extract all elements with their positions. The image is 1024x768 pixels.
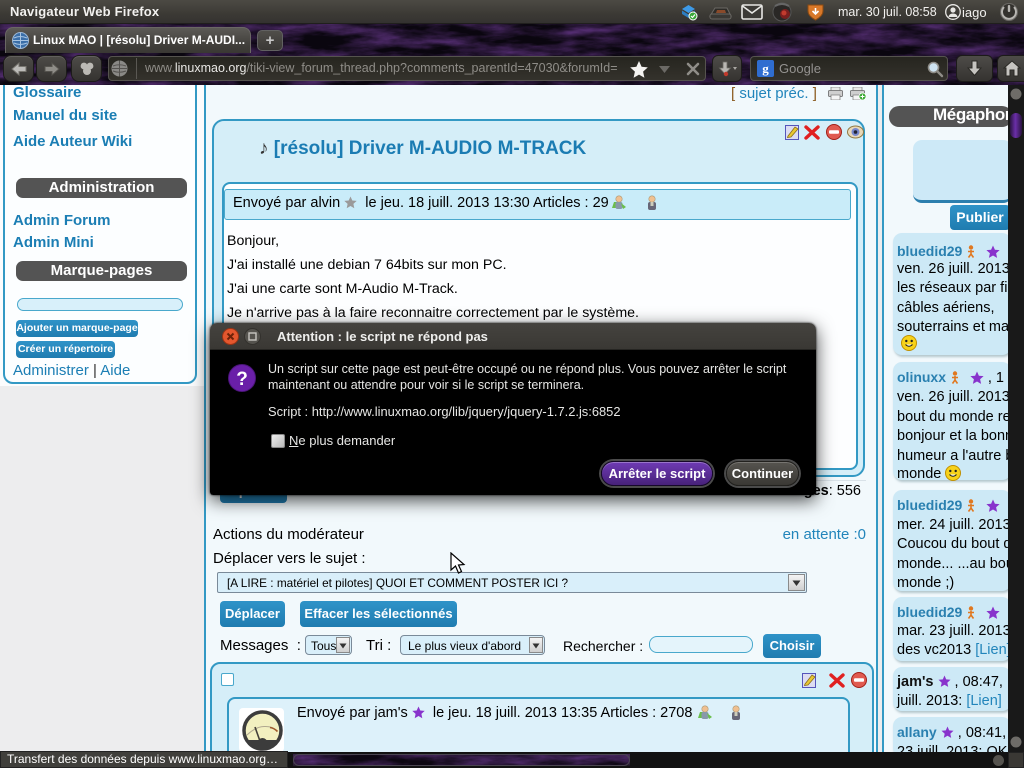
svg-text:g: g	[762, 61, 769, 76]
svg-text:?: ?	[236, 369, 248, 390]
